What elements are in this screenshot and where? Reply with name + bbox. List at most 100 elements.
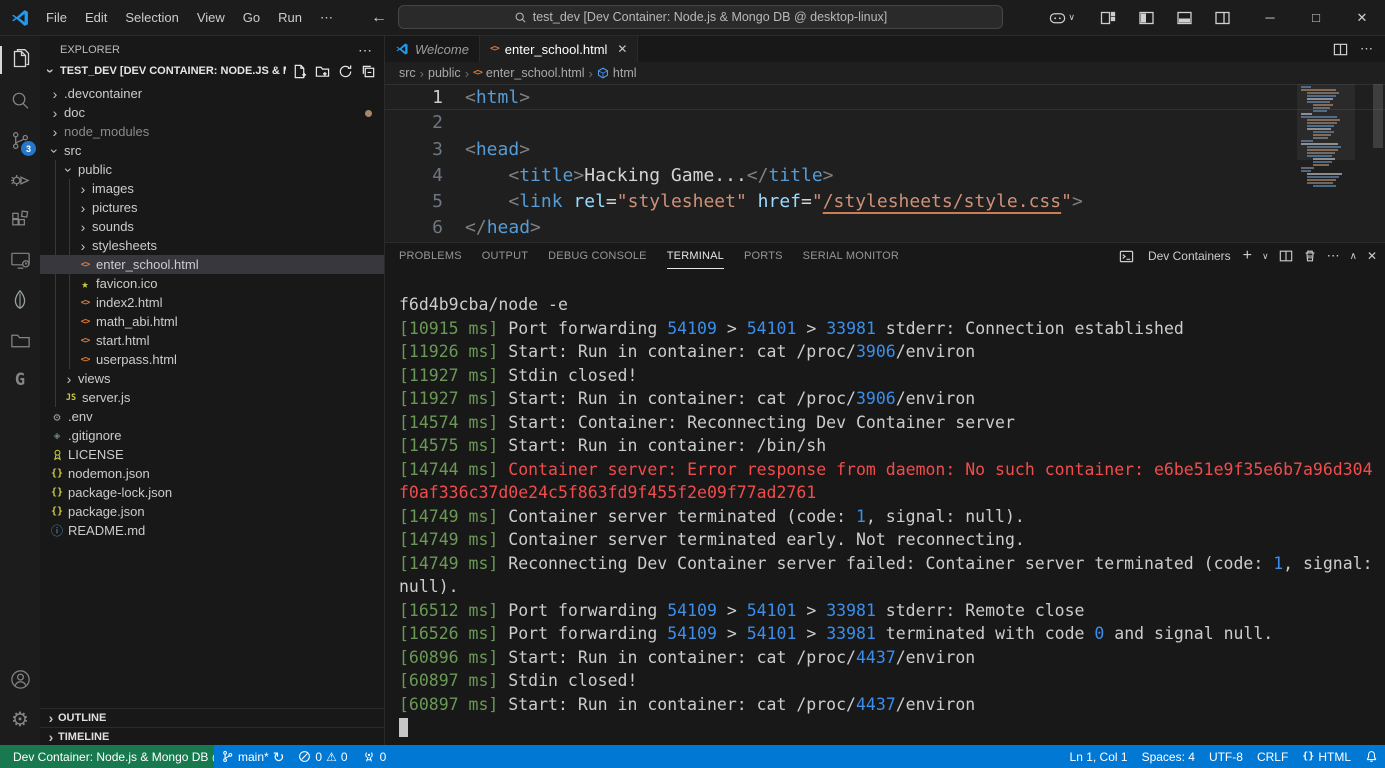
menu-file[interactable]: File xyxy=(38,6,75,29)
scm-badge: 3 xyxy=(21,141,36,156)
tab-welcome[interactable]: Welcome xyxy=(385,36,480,62)
activity-extensions[interactable] xyxy=(0,200,40,240)
tree-item-node-modules[interactable]: ›node_modules xyxy=(40,122,384,141)
panel-tab-output[interactable]: OUTPUT xyxy=(482,243,528,269)
tree-item-devcontainer[interactable]: ›.devcontainer xyxy=(40,84,384,103)
activity-project-folder[interactable] xyxy=(0,320,40,360)
menu-view[interactable]: View xyxy=(189,6,233,29)
tree-item-enter-school-html[interactable]: <>enter_school.html xyxy=(40,255,384,274)
editor-more-actions[interactable]: ⋯ xyxy=(1360,41,1373,57)
split-terminal-icon[interactable] xyxy=(1279,249,1293,263)
close-tab-icon[interactable]: ✕ xyxy=(617,42,627,56)
tab-enter-school[interactable]: <> enter_school.html ✕ xyxy=(480,36,639,62)
terminal-output[interactable]: f6d4b9cba/node -e[10915 ms] Port forward… xyxy=(385,269,1385,745)
activity-search[interactable] xyxy=(0,80,40,120)
tree-item-favicon-ico[interactable]: ★favicon.ico xyxy=(40,274,384,293)
tree-item-views[interactable]: ›views xyxy=(40,369,384,388)
tree-item-stylesheets[interactable]: ›stylesheets xyxy=(40,236,384,255)
menu-edit[interactable]: Edit xyxy=(77,6,115,29)
tree-item-sounds[interactable]: ›sounds xyxy=(40,217,384,236)
toggle-panel-icon[interactable] xyxy=(1169,5,1199,31)
notifications-bell[interactable] xyxy=(1358,745,1385,768)
editor-scrollbar[interactable] xyxy=(1373,84,1383,148)
tree-item-pictures[interactable]: ›pictures xyxy=(40,198,384,217)
tree-item-license[interactable]: LICENSE xyxy=(40,445,384,464)
maximize-button[interactable]: □ xyxy=(1293,0,1339,35)
diamond-file-icon: ◈ xyxy=(48,429,66,442)
language-mode[interactable]: {} HTML xyxy=(1295,745,1358,768)
activity-explorer[interactable] xyxy=(0,40,40,80)
kill-terminal-icon[interactable] xyxy=(1303,249,1317,263)
refresh-icon[interactable] xyxy=(338,64,353,79)
tree-item-server-js[interactable]: JSserver.js xyxy=(40,388,384,407)
tree-item-src[interactable]: ›src xyxy=(40,141,384,160)
back-arrow-icon[interactable]: ← xyxy=(365,9,393,27)
toggle-primary-sidebar-icon[interactable] xyxy=(1131,5,1161,31)
remote-indicator[interactable]: Dev Container: Node.js & Mongo DB @ desk… xyxy=(0,745,214,768)
breadcrumb-public[interactable]: public xyxy=(428,66,461,80)
activity-mongodb[interactable] xyxy=(0,280,40,320)
split-editor-icon[interactable] xyxy=(1333,42,1348,57)
breadcrumb-symbol[interactable]: html xyxy=(597,66,637,80)
tree-item-start-html[interactable]: <>start.html xyxy=(40,331,384,350)
panel-tab-serial-monitor[interactable]: SERIAL MONITOR xyxy=(803,243,899,269)
breadcrumb-src[interactable]: src xyxy=(399,66,416,80)
settings-button[interactable]: ⚙ xyxy=(0,699,40,739)
tree-item-images[interactable]: ›images xyxy=(40,179,384,198)
minimap[interactable] xyxy=(1299,86,1347,188)
indentation-status[interactable]: Spaces: 4 xyxy=(1135,745,1202,768)
cursor-position[interactable]: Ln 1, Col 1 xyxy=(1063,745,1135,768)
collapse-all-icon[interactable] xyxy=(361,64,376,79)
account-button[interactable] xyxy=(0,659,40,699)
activity-run-debug[interactable] xyxy=(0,160,40,200)
tree-item-readme-md[interactable]: ⓘREADME.md xyxy=(40,521,384,540)
explorer-more-actions[interactable]: ⋯ xyxy=(358,42,372,59)
menu-go[interactable]: Go xyxy=(235,6,268,29)
tree-item-package-json[interactable]: {}package.json xyxy=(40,502,384,521)
tree-item-doc[interactable]: ›doc xyxy=(40,103,384,122)
new-folder-icon[interactable] xyxy=(315,64,330,79)
close-panel-icon[interactable]: ✕ xyxy=(1367,249,1377,263)
tree-item-nodemon-json[interactable]: {}nodemon.json xyxy=(40,464,384,483)
menu-run[interactable]: Run xyxy=(270,6,310,29)
maximize-panel-icon[interactable]: ∧ xyxy=(1350,251,1357,262)
new-file-icon[interactable] xyxy=(292,64,307,79)
problems-status[interactable]: 0 ⚠ 0 xyxy=(291,745,354,768)
panel-tab-terminal[interactable]: TERMINAL xyxy=(667,243,724,269)
error-count: 0 xyxy=(315,750,322,764)
tree-item-package-lock-json[interactable]: {}package-lock.json xyxy=(40,483,384,502)
panel-tab-problems[interactable]: PROBLEMS xyxy=(399,243,462,269)
copilot-button[interactable]: ∨ xyxy=(1041,11,1083,25)
section-timeline[interactable]: ›TIMELINE xyxy=(40,727,384,745)
tree-item-gitignore[interactable]: ◈.gitignore xyxy=(40,426,384,445)
menu-selection[interactable]: Selection xyxy=(117,6,186,29)
activity-gitlens[interactable]: G xyxy=(0,360,40,400)
new-terminal-button[interactable]: + xyxy=(1243,247,1252,265)
toggle-secondary-sidebar-icon[interactable] xyxy=(1207,5,1237,31)
tree-item-env[interactable]: ⚙.env xyxy=(40,407,384,426)
menu-more[interactable]: ⋯ xyxy=(312,6,341,30)
panel-tab-ports[interactable]: PORTS xyxy=(744,243,783,269)
terminal-line: [14574 ms] Start: Container: Reconnectin… xyxy=(399,411,1373,435)
workspace-section-header[interactable]: › TEST_DEV [DEV CONTAINER: NODE.JS & MON… xyxy=(40,60,384,82)
code-editor[interactable]: 1<html>23<head>4 <title>Hacking Game...<… xyxy=(385,84,1385,242)
section-outline[interactable]: ›OUTLINE xyxy=(40,709,384,727)
panel-more-actions[interactable]: ⋯ xyxy=(1327,248,1340,264)
command-center-search[interactable]: test_dev [Dev Container: Node.js & Mongo… xyxy=(398,5,1003,29)
panel-tab-debug-console[interactable]: DEBUG CONSOLE xyxy=(548,243,647,269)
tree-item-userpass-html[interactable]: <>userpass.html xyxy=(40,350,384,369)
eol-status[interactable]: CRLF xyxy=(1250,745,1295,768)
activity-source-control[interactable]: 3 xyxy=(0,120,40,160)
ports-status[interactable]: 0 xyxy=(355,745,394,768)
activity-remote-explorer[interactable] xyxy=(0,240,40,280)
encoding-status[interactable]: UTF-8 xyxy=(1202,745,1250,768)
tree-item-index2-html[interactable]: <>index2.html xyxy=(40,293,384,312)
customize-layout-icon[interactable] xyxy=(1093,5,1123,31)
branch-status[interactable]: main* ↻ xyxy=(214,745,291,768)
minimize-button[interactable]: ─ xyxy=(1247,0,1293,35)
tree-item-public[interactable]: ›public xyxy=(40,160,384,179)
close-window-button[interactable]: ✕ xyxy=(1339,0,1385,35)
breadcrumb-file[interactable]: <>enter_school.html xyxy=(473,66,585,80)
tree-item-math-abi-html[interactable]: <>math_abi.html xyxy=(40,312,384,331)
terminal-dropdown-chevron[interactable]: ∨ xyxy=(1262,251,1269,262)
